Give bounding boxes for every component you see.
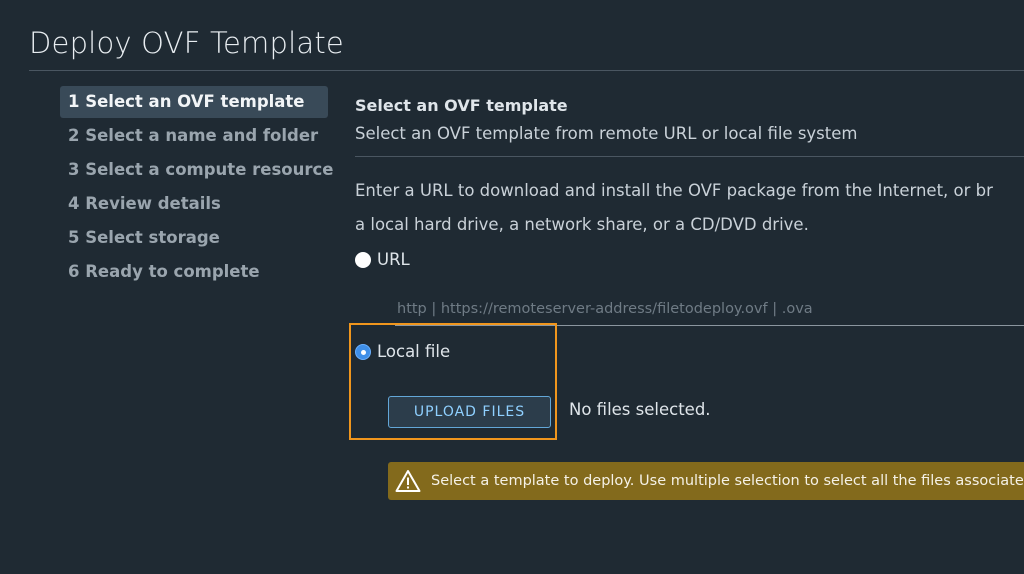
- upload-files-button[interactable]: UPLOAD FILES: [388, 396, 551, 428]
- warning-alert: Select a template to deploy. Use multipl…: [388, 462, 1024, 500]
- step-select-compute-resource[interactable]: 3 Select a compute resource: [60, 154, 333, 186]
- wizard-steps: 1 Select an OVF template 2 Select a name…: [60, 86, 333, 290]
- step-review-details[interactable]: 4 Review details: [60, 188, 328, 220]
- url-input[interactable]: [395, 292, 1024, 326]
- step-ready-to-complete[interactable]: 6 Ready to complete: [60, 256, 328, 288]
- page-title: Deploy OVF Template: [29, 26, 344, 60]
- section-subtitle: Select an OVF template from remote URL o…: [355, 124, 858, 143]
- url-radio-label: URL: [377, 250, 410, 269]
- url-option[interactable]: URL: [355, 250, 410, 269]
- title-divider: [29, 70, 1024, 71]
- section-title: Select an OVF template: [355, 96, 568, 115]
- url-radio[interactable]: [355, 251, 371, 268]
- alert-text: Select a template to deploy. Use multipl…: [431, 473, 1024, 489]
- description-line-2: a local hard drive, a network share, or …: [355, 215, 809, 234]
- description-line-1: Enter a URL to download and install the …: [355, 181, 993, 200]
- warning-icon: [395, 470, 421, 492]
- step-select-storage[interactable]: 5 Select storage: [60, 222, 328, 254]
- section-divider: [355, 156, 1024, 157]
- file-status: No files selected.: [569, 400, 711, 419]
- local-file-option[interactable]: Local file: [355, 342, 450, 361]
- step-select-name-and-folder[interactable]: 2 Select a name and folder: [60, 120, 328, 152]
- local-file-radio[interactable]: [355, 343, 371, 360]
- step-select-ovf-template[interactable]: 1 Select an OVF template: [60, 86, 328, 118]
- local-file-radio-label: Local file: [377, 342, 451, 361]
